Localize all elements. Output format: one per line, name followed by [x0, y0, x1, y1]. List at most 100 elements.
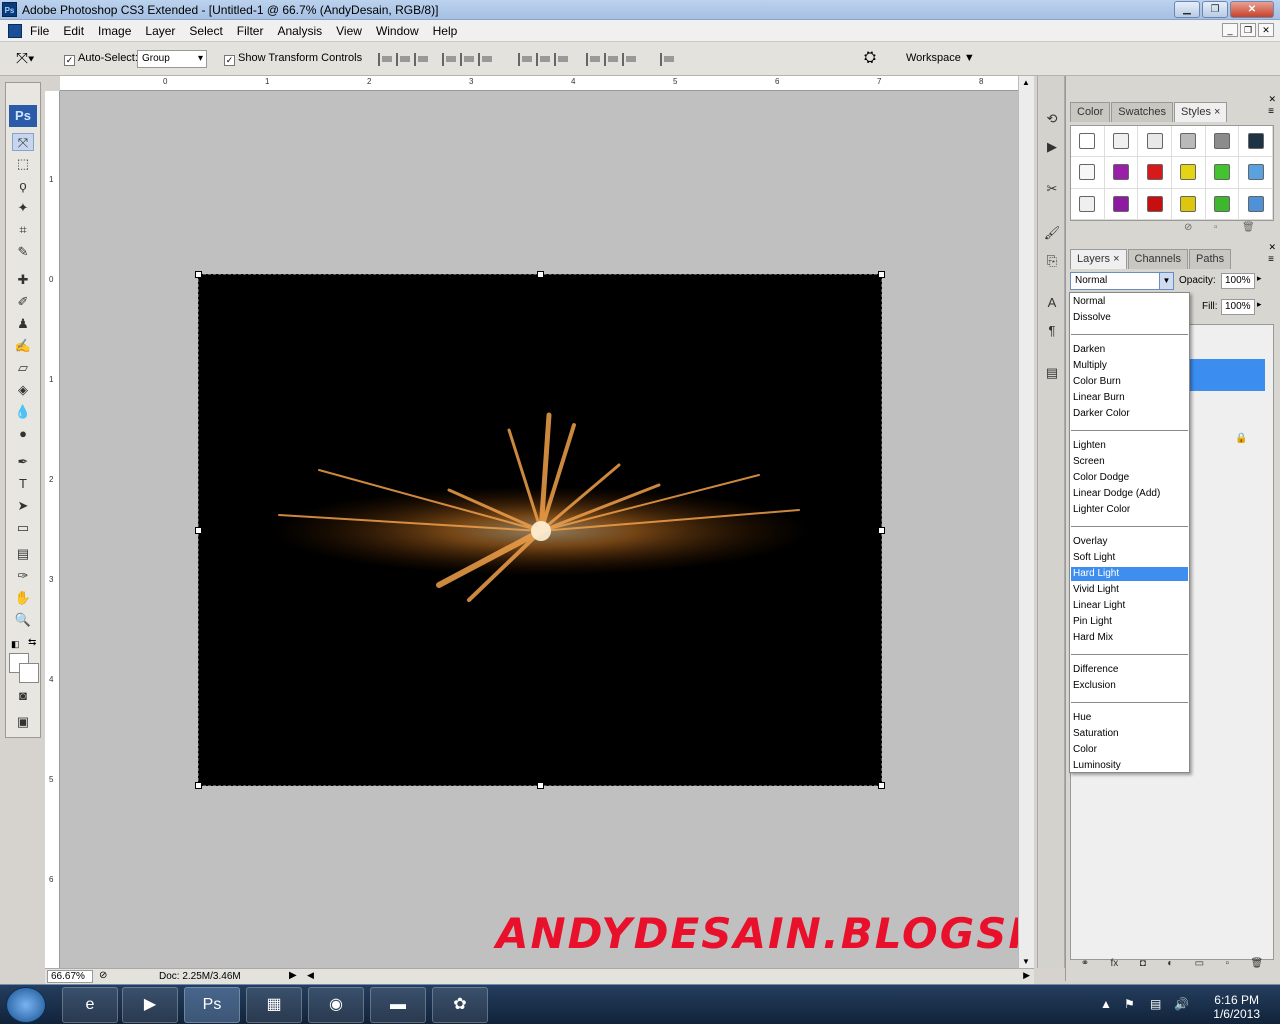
scroll-left-icon[interactable]: ◀: [307, 970, 314, 981]
tab-styles[interactable]: Styles ×: [1174, 102, 1228, 122]
path-selection-tool-icon[interactable]: ➤: [12, 497, 34, 515]
style-swatch[interactable]: [1239, 126, 1273, 158]
doc-minimize-button[interactable]: _: [1222, 23, 1238, 37]
menu-edit[interactable]: Edit: [63, 24, 84, 38]
style-swatch[interactable]: [1239, 188, 1273, 220]
menu-filter[interactable]: Filter: [237, 24, 264, 38]
style-swatch[interactable]: [1071, 157, 1105, 189]
folder-icon[interactable]: ▬: [370, 987, 426, 1023]
scroll-down-icon[interactable]: ▼: [1022, 957, 1030, 966]
tool-presets-icon[interactable]: ✂: [1041, 178, 1063, 198]
blend-option[interactable]: Hard Light: [1071, 567, 1188, 581]
bridge-icon[interactable]: ⛭: [864, 49, 876, 66]
transform-handle-bc[interactable]: [537, 782, 544, 789]
layer-style-icon[interactable]: fx: [1111, 958, 1119, 978]
blend-option[interactable]: Hue: [1071, 711, 1188, 725]
menu-layer[interactable]: Layer: [145, 24, 175, 38]
link-layers-icon[interactable]: ⚭: [1081, 958, 1089, 978]
blend-option[interactable]: Overlay: [1071, 535, 1188, 549]
align-hcenter-icon[interactable]: [460, 53, 476, 66]
show-transform-checkbox[interactable]: ✓: [224, 55, 235, 66]
blend-option[interactable]: Linear Dodge (Add): [1071, 487, 1188, 501]
blur-tool-icon[interactable]: 💧: [12, 403, 34, 421]
magic-wand-tool-icon[interactable]: ✦: [12, 199, 34, 217]
eraser-tool-icon[interactable]: ▱: [12, 359, 34, 377]
menu-view[interactable]: View: [336, 24, 362, 38]
blend-option[interactable]: Multiply: [1071, 359, 1188, 373]
delete-style-icon[interactable]: 🗑: [1242, 222, 1255, 233]
layer-comps-icon[interactable]: ▤: [1041, 362, 1063, 382]
style-swatch[interactable]: [1205, 188, 1240, 220]
quick-mask-icon[interactable]: ◙: [12, 687, 34, 705]
restore-button[interactable]: ❐: [1202, 1, 1228, 18]
doc-close-button[interactable]: ✕: [1258, 23, 1274, 37]
close-button[interactable]: ✕: [1230, 1, 1274, 18]
align-right-icon[interactable]: [478, 53, 494, 66]
tab-color[interactable]: Color: [1070, 102, 1111, 122]
style-swatch[interactable]: [1071, 126, 1105, 158]
auto-align-icon[interactable]: [660, 53, 676, 66]
zoom-field[interactable]: 66.67%: [47, 970, 93, 983]
blend-option[interactable]: Screen: [1071, 455, 1188, 469]
distribute-right-icon[interactable]: [622, 53, 638, 66]
pen-tool-icon[interactable]: ✒: [12, 453, 34, 471]
delete-layer-icon[interactable]: 🗑: [1251, 958, 1264, 978]
styles-menu-icon[interactable]: ≡: [1268, 106, 1274, 117]
show-transform-option[interactable]: ✓ Show Transform Controls: [224, 52, 362, 66]
document-canvas[interactable]: [195, 271, 885, 789]
blend-option[interactable]: Darken: [1071, 343, 1188, 357]
hand-tool-icon[interactable]: ✋: [12, 589, 34, 607]
zoom-options-icon[interactable]: ⊘: [99, 970, 107, 981]
clear-style-icon[interactable]: ⊘: [1184, 222, 1192, 233]
clone-stamp-tool-icon[interactable]: ♟: [12, 315, 34, 333]
tray-expand-icon[interactable]: ▲: [1100, 997, 1112, 1011]
style-swatch[interactable]: [1071, 188, 1105, 220]
paragraph-panel-icon[interactable]: ¶: [1041, 320, 1063, 340]
style-swatch[interactable]: [1172, 157, 1206, 189]
opacity-field[interactable]: 100%: [1221, 273, 1255, 289]
blend-option[interactable]: Soft Light: [1071, 551, 1188, 565]
blend-option[interactable]: Linear Light: [1071, 599, 1188, 613]
blend-mode-dropdown[interactable]: Normal ▼: [1070, 272, 1174, 290]
notes-tool-icon[interactable]: ▤: [12, 545, 34, 563]
blend-option[interactable]: Color Burn: [1071, 375, 1188, 389]
align-left-icon[interactable]: [442, 53, 458, 66]
layers-panel-close-icon[interactable]: ✕: [1268, 242, 1276, 253]
brushes-panel-icon[interactable]: 🖌: [1041, 222, 1063, 242]
fill-field[interactable]: 100%: [1221, 299, 1255, 315]
fill-slider-icon[interactable]: ▸: [1257, 299, 1262, 310]
layers-menu-icon[interactable]: ≡: [1268, 254, 1274, 265]
menu-help[interactable]: Help: [433, 24, 458, 38]
selected-layer[interactable]: n: [1183, 359, 1265, 391]
panel-close-icon[interactable]: ✕: [1268, 94, 1276, 105]
auto-select-dropdown[interactable]: Group ▾: [137, 50, 207, 68]
document-icon[interactable]: [8, 24, 22, 38]
layer-mask-icon[interactable]: ◘: [1140, 958, 1146, 978]
adjustment-layer-icon[interactable]: ◐: [1167, 958, 1173, 978]
style-swatch[interactable]: [1104, 126, 1139, 158]
opacity-slider-icon[interactable]: ▸: [1257, 273, 1262, 284]
blend-option[interactable]: Lighter Color: [1071, 503, 1188, 517]
network-icon[interactable]: ▤: [1150, 997, 1161, 1011]
background-color-swatch[interactable]: [19, 663, 39, 683]
new-group-icon[interactable]: ▭: [1195, 958, 1204, 978]
transform-handle-tc[interactable]: [537, 271, 544, 278]
vertical-scrollbar[interactable]: ▲ ▼: [1018, 76, 1034, 968]
healing-brush-tool-icon[interactable]: ✚: [12, 271, 34, 289]
menu-image[interactable]: Image: [98, 24, 131, 38]
firefox-icon[interactable]: ◉: [308, 987, 364, 1023]
transform-handle-ml[interactable]: [195, 527, 202, 534]
canvas-area[interactable]: ANDYDESAIN.BLOGSPOT.COM: [60, 91, 1018, 968]
blend-option[interactable]: Dissolve: [1071, 311, 1188, 325]
photoshop-icon[interactable]: Ps: [184, 987, 240, 1023]
distribute-vcenter-icon[interactable]: [536, 53, 552, 66]
menu-window[interactable]: Window: [376, 24, 419, 38]
workspace-menu[interactable]: Workspace ▼: [906, 52, 975, 64]
new-layer-icon[interactable]: ▫: [1226, 958, 1230, 978]
blend-option[interactable]: Darker Color: [1071, 407, 1188, 421]
style-swatch[interactable]: [1138, 126, 1172, 158]
blend-option[interactable]: Normal: [1071, 295, 1188, 309]
style-swatch[interactable]: [1205, 157, 1240, 189]
new-style-icon[interactable]: ▫: [1214, 222, 1218, 233]
menu-analysis[interactable]: Analysis: [277, 24, 322, 38]
